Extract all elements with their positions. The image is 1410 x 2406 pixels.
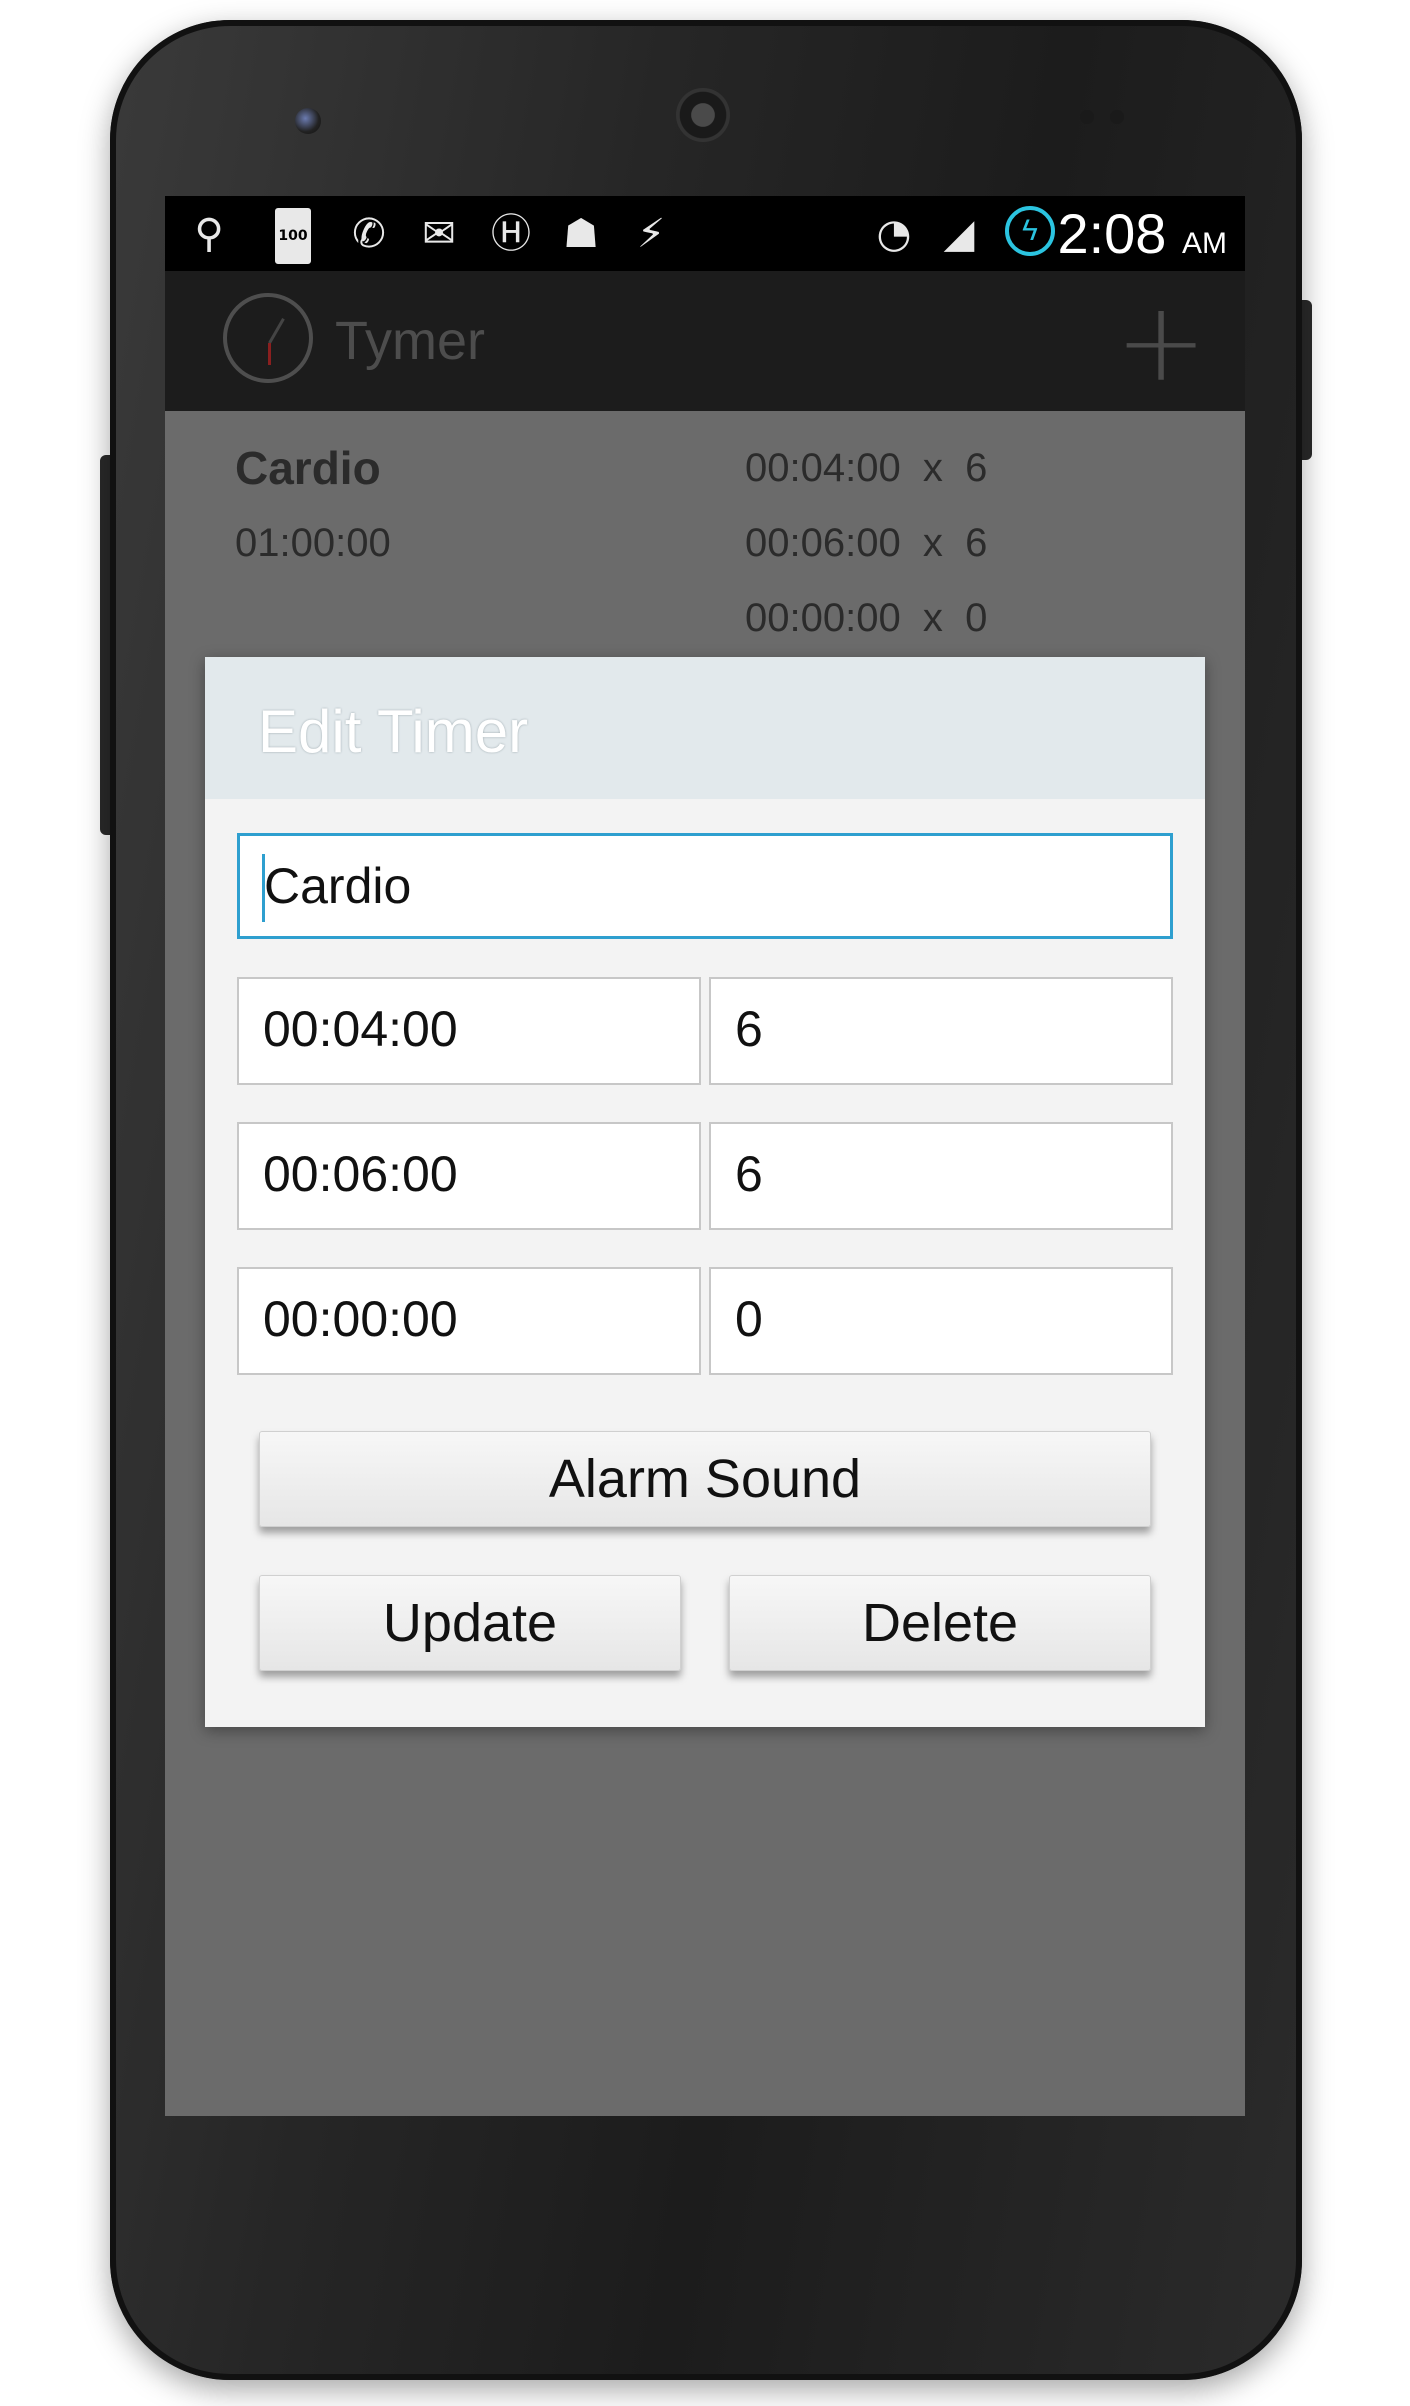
android-debug-icon: ☗: [563, 211, 599, 257]
timer-name: Cardio: [235, 442, 381, 494]
battery-level: 100: [278, 228, 308, 244]
email-icon: ✉: [422, 211, 456, 257]
timer-interval: 00:04:00 x 6: [745, 446, 988, 490]
status-clock: 2:08 AM: [1057, 202, 1227, 276]
front-camera: [295, 108, 321, 134]
clock-app-icon: [223, 293, 313, 383]
h-icon: Ⓗ: [491, 211, 531, 257]
flash-icon: ⚡: [636, 211, 666, 257]
delete-button[interactable]: Delete: [729, 1575, 1151, 1671]
interval-time-value: 00:04:00: [263, 1001, 458, 1057]
wifi-icon: ◔: [876, 211, 912, 257]
clock-time: 2:08: [1057, 202, 1167, 265]
usb-icon: ⚲: [194, 211, 224, 257]
interval-time-value: 00:00:00: [263, 1291, 458, 1347]
interval-count-value: 6: [735, 1001, 763, 1057]
interval-count-input-2[interactable]: 6: [709, 1122, 1173, 1230]
timer-interval: 00:06:00 x 6: [745, 521, 988, 565]
call-forward-icon: ✆: [352, 211, 386, 257]
light-sensor: [1110, 110, 1124, 124]
action-bar: Tymer +: [165, 271, 1245, 411]
interval-count-value: 0: [735, 1291, 763, 1347]
signal-icon: ◢: [943, 211, 975, 257]
update-button[interactable]: Update: [259, 1575, 681, 1671]
interval-time-value: 00:06:00: [263, 1146, 458, 1202]
dialog-header: Edit Timer: [205, 657, 1205, 799]
charging-icon: ϟ: [1005, 206, 1055, 256]
status-bar: ⚲ 100 ✆ ✉ Ⓗ ☗ ⚡ ◔ ◢ ϟ 2:08 AM: [165, 196, 1245, 271]
interval-count-input-1[interactable]: 6: [709, 977, 1173, 1085]
text-caret: [262, 854, 265, 922]
edit-timer-dialog: Edit Timer Cardio 00:04:00 6 00:06:00 6 …: [205, 657, 1205, 1727]
battery-100-icon: 100: [275, 208, 311, 264]
proximity-sensor: [1080, 110, 1094, 124]
interval-count-value: 6: [735, 1146, 763, 1202]
interval-count-input-3[interactable]: 0: [709, 1267, 1173, 1375]
dialog-title: Edit Timer: [258, 698, 529, 765]
earpiece-speaker: [676, 88, 730, 142]
timer-total: 01:00:00: [235, 521, 391, 565]
screen: ⚲ 100 ✆ ✉ Ⓗ ☗ ⚡ ◔ ◢ ϟ 2:08 AM Tymer + Ca…: [165, 196, 1245, 2116]
interval-time-input-3[interactable]: 00:00:00: [237, 1267, 701, 1375]
app-title: Tymer: [335, 311, 486, 371]
timer-name-value: Cardio: [264, 858, 412, 914]
alarm-sound-button[interactable]: Alarm Sound: [259, 1431, 1151, 1527]
timer-interval: 00:00:00 x 0: [745, 596, 988, 640]
clock-ampm: AM: [1182, 227, 1227, 260]
interval-time-input-2[interactable]: 00:06:00: [237, 1122, 701, 1230]
interval-time-input-1[interactable]: 00:04:00: [237, 977, 701, 1085]
add-timer-button[interactable]: +: [1115, 287, 1207, 397]
timer-name-input[interactable]: Cardio: [237, 833, 1173, 939]
